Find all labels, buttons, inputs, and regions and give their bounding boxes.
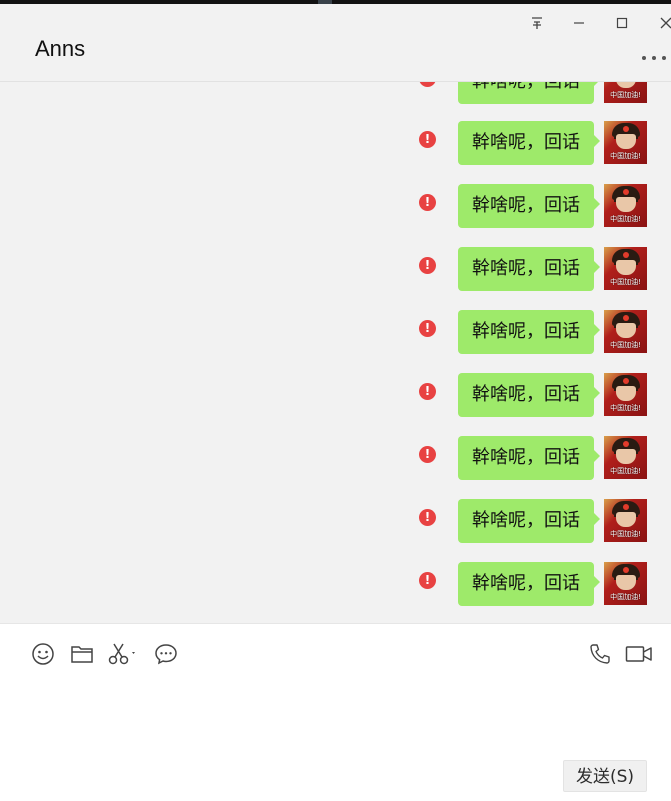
message-bubble[interactable]: 幹啥呢，回话 [458, 436, 600, 480]
send-failed-icon[interactable]: ! [419, 383, 436, 400]
minimize-icon[interactable] [568, 12, 590, 34]
message-bubble[interactable]: 幹啥呢，回话 [458, 562, 600, 606]
pin-icon[interactable] [526, 12, 548, 34]
message-row: ! 幹啥呢，回话 中国加油! [0, 373, 671, 423]
maximize-icon[interactable] [611, 12, 633, 34]
send-failed-icon[interactable]: ! [419, 131, 436, 148]
avatar-tag: 中国加油! [610, 91, 641, 99]
emoji-icon[interactable] [30, 641, 56, 667]
send-failed-icon[interactable]: ! [419, 320, 436, 337]
message-bubble[interactable]: 幹啥呢，回话 [458, 373, 600, 417]
message-row: ! 幹啥呢，回话 中国加油! [0, 562, 671, 612]
more-horizontal-icon[interactable] [640, 48, 668, 68]
message-row: ! 幹啥呢，回话 中国加油! [0, 184, 671, 234]
avatar[interactable]: 中国加油! [604, 373, 647, 416]
avatar-tag: 中国加油! [610, 152, 641, 160]
avatar-tag: 中国加油! [610, 593, 641, 601]
composer: 发送(S) [0, 623, 671, 801]
contact-name: Anns [35, 36, 86, 61]
avatar-tag: 中国加油! [610, 530, 641, 538]
message-bubble[interactable]: 幹啥呢，回话 [458, 499, 600, 543]
chat-bubble-icon[interactable] [153, 641, 179, 667]
message-bubble[interactable]: 幹啥呢，回话 [458, 247, 600, 291]
avatar[interactable]: 中国加油! [604, 562, 647, 605]
avatar[interactable]: 中国加油! [604, 121, 647, 164]
message-row: ! 幹啥呢，回话 中国加油! [0, 310, 671, 360]
avatar[interactable]: 中国加油! [604, 436, 647, 479]
avatar-tag: 中国加油! [610, 341, 641, 349]
send-failed-icon[interactable]: ! [419, 82, 436, 87]
avatar-tag: 中国加油! [610, 404, 641, 412]
send-failed-icon[interactable]: ! [419, 572, 436, 589]
message-list[interactable]: ! 幹啥呢，回话 中国加油! ! 幹啥呢，回话 中国加油! ! 幹啥呢，回话 中… [0, 82, 671, 622]
avatar[interactable]: 中国加油! [604, 499, 647, 542]
message-bubble[interactable]: 幹啥呢，回话 [458, 310, 600, 354]
message-bubble[interactable]: 幹啥呢，回话 [458, 82, 600, 104]
message-row: ! 幹啥呢，回话 中国加油! [0, 121, 671, 171]
send-failed-icon[interactable]: ! [419, 257, 436, 274]
avatar[interactable]: 中国加油! [604, 82, 647, 103]
phone-icon[interactable] [587, 641, 613, 667]
avatar[interactable]: 中国加油! [604, 247, 647, 290]
avatar[interactable]: 中国加油! [604, 310, 647, 353]
message-row: ! 幹啥呢，回话 中国加油! [0, 247, 671, 297]
send-button[interactable]: 发送(S) [563, 760, 647, 792]
chat-header: Anns [0, 4, 671, 82]
avatar-tag: 中国加油! [610, 278, 641, 286]
close-icon[interactable] [655, 12, 671, 34]
folder-icon[interactable] [69, 641, 95, 667]
avatar-tag: 中国加油! [610, 215, 641, 223]
message-row: ! 幹啥呢，回话 中国加油! [0, 436, 671, 486]
message-row: ! 幹啥呢，回话 中国加油! [0, 499, 671, 549]
send-failed-icon[interactable]: ! [419, 194, 436, 211]
avatar-tag: 中国加油! [610, 467, 641, 475]
avatar[interactable]: 中国加油! [604, 184, 647, 227]
send-failed-icon[interactable]: ! [419, 509, 436, 526]
scissors-icon[interactable] [106, 641, 140, 667]
message-bubble[interactable]: 幹啥呢，回话 [458, 121, 600, 165]
video-icon[interactable] [624, 641, 654, 667]
send-failed-icon[interactable]: ! [419, 446, 436, 463]
message-row: ! 幹啥呢，回话 中国加油! [0, 82, 671, 110]
message-bubble[interactable]: 幹啥呢，回话 [458, 184, 600, 228]
